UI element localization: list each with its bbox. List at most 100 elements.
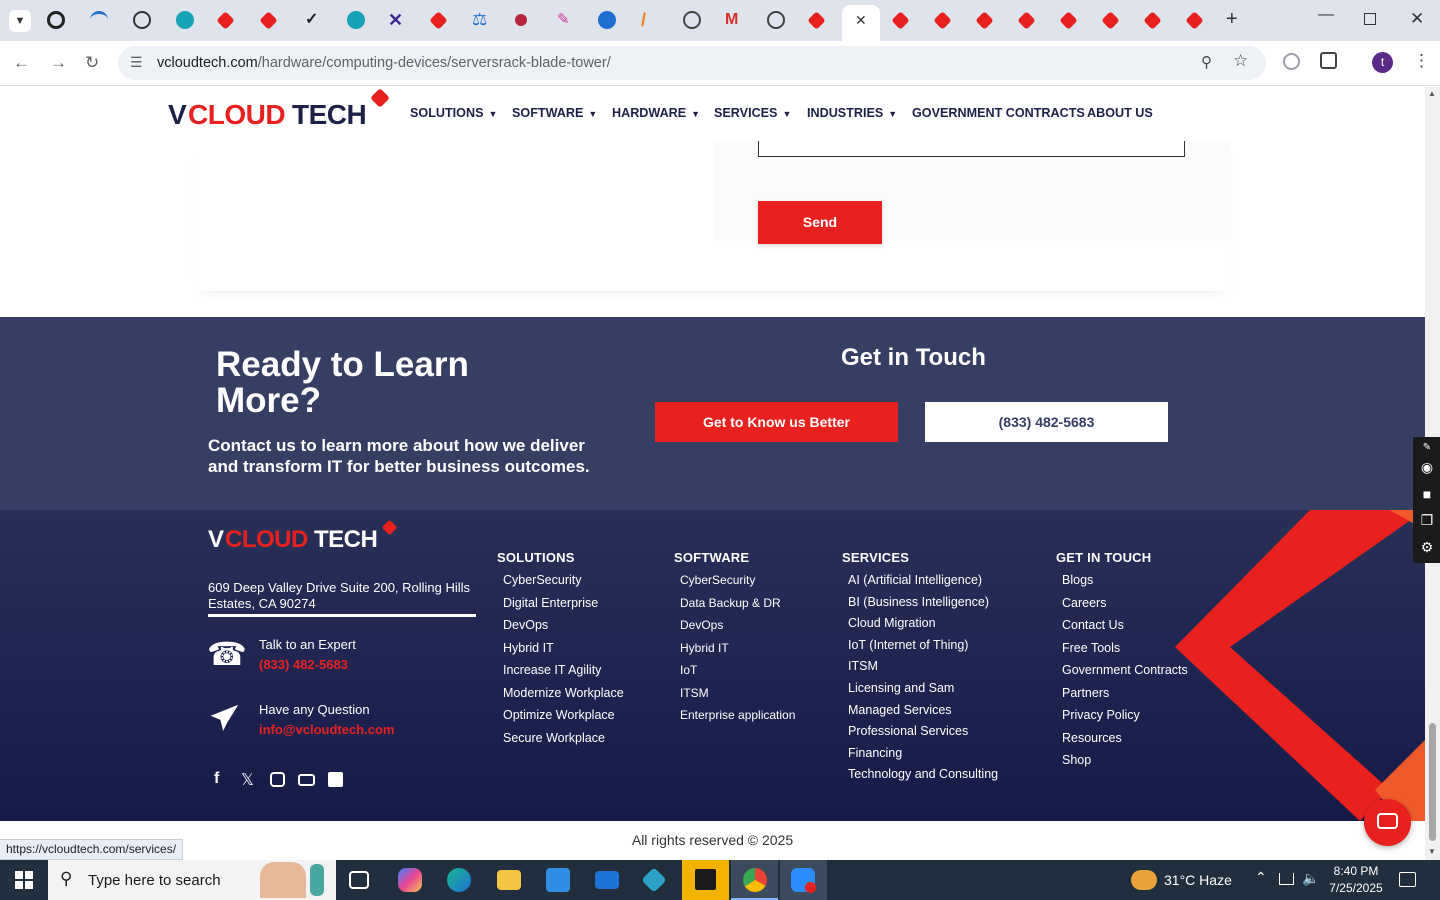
footer-link[interactable]: DevOps bbox=[503, 618, 548, 632]
footer-link[interactable]: Cloud Migration bbox=[848, 616, 936, 630]
address-bar[interactable]: ☰ vcloudtech.com/hardware/computing-devi… bbox=[118, 46, 1266, 80]
new-tab-icon[interactable]: + bbox=[1226, 8, 1238, 31]
scrollbar-thumb[interactable] bbox=[1429, 723, 1436, 841]
tab-favicon-teal-icon[interactable] bbox=[347, 11, 365, 29]
x-twitter-icon[interactable]: 𝕏 bbox=[241, 770, 254, 790]
tab-favicon-gmail-icon[interactable]: M bbox=[725, 11, 743, 29]
linkedin-icon[interactable] bbox=[328, 772, 343, 787]
footer-link[interactable]: Financing bbox=[848, 746, 902, 760]
url-text[interactable]: vcloudtech.com/hardware/computing-device… bbox=[157, 55, 611, 71]
tab-favicon-tag-icon[interactable] bbox=[216, 11, 235, 30]
notification-center-icon[interactable] bbox=[1399, 872, 1416, 887]
footer-link[interactable]: Hybrid IT bbox=[680, 641, 729, 655]
scroll-up-icon[interactable]: ▲ bbox=[1428, 89, 1436, 98]
tab-favicon-tag-icon[interactable] bbox=[1101, 11, 1120, 30]
scroll-down-icon[interactable]: ▼ bbox=[1428, 847, 1436, 856]
footer-link[interactable]: Managed Services bbox=[848, 703, 952, 717]
footer-link[interactable]: Contact Us bbox=[1062, 618, 1124, 632]
network-icon[interactable] bbox=[1279, 873, 1294, 885]
chat-widget-button[interactable] bbox=[1364, 799, 1411, 846]
nav-solutions[interactable]: SOLUTIONS ▼ bbox=[410, 106, 497, 120]
tab-favicon-globe-icon[interactable] bbox=[683, 11, 701, 29]
footer-link[interactable]: Modernize Workplace bbox=[503, 686, 624, 700]
zoom-icon[interactable]: ⚲ bbox=[1201, 53, 1212, 71]
tab-search-icon[interactable]: ▼ bbox=[9, 10, 31, 32]
message-textarea[interactable] bbox=[758, 141, 1185, 157]
tab-favicon-slash-icon[interactable]: / bbox=[641, 11, 659, 29]
footer-link[interactable]: CyberSecurity bbox=[503, 573, 582, 587]
bookmark-star-icon[interactable]: ☆ bbox=[1233, 51, 1248, 71]
footer-link[interactable]: Secure Workplace bbox=[503, 731, 605, 745]
tab-favicon-tag-icon[interactable] bbox=[1185, 11, 1204, 30]
tab-favicon-tag-icon[interactable] bbox=[807, 11, 826, 30]
tab-favicon-arc-icon[interactable] bbox=[90, 11, 108, 29]
show-hidden-icons-icon[interactable]: ⌃ bbox=[1255, 869, 1267, 886]
footer-link[interactable]: Shop bbox=[1062, 753, 1091, 767]
footer-link[interactable]: Enterprise application bbox=[680, 708, 795, 722]
minimize-icon[interactable]: — bbox=[1318, 6, 1334, 24]
phone-button[interactable]: (833) 482-5683 bbox=[925, 402, 1168, 442]
edge-icon[interactable] bbox=[447, 868, 471, 892]
instagram-icon[interactable] bbox=[270, 772, 285, 787]
close-window-icon[interactable]: ✕ bbox=[1410, 9, 1424, 29]
gear-icon[interactable]: ⚙ bbox=[1419, 539, 1435, 555]
tab-favicon-sparkle-icon[interactable] bbox=[515, 14, 527, 26]
tab-favicon-pen-icon[interactable]: ✎ bbox=[557, 11, 575, 29]
tab-favicon-scale-icon[interactable]: ⚖ bbox=[472, 11, 490, 29]
footer-link[interactable]: CyberSecurity bbox=[680, 573, 755, 587]
send-button[interactable]: Send bbox=[758, 201, 882, 244]
tab-favicon-tag-icon[interactable] bbox=[429, 11, 448, 30]
task-view-icon[interactable] bbox=[349, 871, 369, 889]
tab-favicon-tag-icon[interactable] bbox=[1017, 11, 1036, 30]
footer-link[interactable]: ITSM bbox=[848, 659, 878, 673]
footer-link[interactable]: Hybrid IT bbox=[503, 641, 554, 655]
youtube-icon[interactable] bbox=[298, 774, 315, 786]
footer-link[interactable]: ITSM bbox=[680, 686, 709, 700]
nav-hardware[interactable]: HARDWARE ▼ bbox=[612, 106, 700, 120]
footer-link[interactable]: BI (Business Intelligence) bbox=[848, 595, 989, 609]
volume-icon[interactable]: 🔈 bbox=[1302, 870, 1319, 887]
nav-industries[interactable]: INDUSTRIES ▼ bbox=[807, 106, 897, 120]
site-info-icon[interactable]: ☰ bbox=[130, 54, 143, 71]
back-icon[interactable]: ← bbox=[13, 53, 30, 73]
tab-favicon-tag-icon[interactable] bbox=[1059, 11, 1078, 30]
footer-link[interactable]: Data Backup & DR bbox=[680, 596, 781, 610]
tab-favicon-teal-icon[interactable] bbox=[176, 11, 194, 29]
nav-services[interactable]: SERVICES ▼ bbox=[714, 106, 791, 120]
footer-link[interactable]: Increase IT Agility bbox=[503, 663, 601, 677]
footer-logo[interactable]: V CLOUD TECH bbox=[208, 519, 398, 556]
translate-icon[interactable] bbox=[1283, 53, 1300, 70]
pen-tool-icon[interactable]: ✎ bbox=[1419, 440, 1435, 456]
close-tab-icon[interactable]: ✕ bbox=[855, 12, 867, 29]
get-to-know-us-button[interactable]: Get to Know us Better bbox=[655, 402, 898, 442]
weather-text[interactable]: 31°C Haze bbox=[1164, 872, 1232, 888]
tab-favicon-globe-icon[interactable] bbox=[767, 11, 785, 29]
mail-icon[interactable] bbox=[595, 871, 619, 889]
extensions-icon[interactable] bbox=[1320, 52, 1337, 69]
tab-favicon-openai-icon[interactable] bbox=[133, 11, 151, 29]
reload-icon[interactable]: ↻ bbox=[85, 53, 99, 73]
facebook-icon[interactable]: f bbox=[214, 770, 219, 788]
tab-favicon-github-icon[interactable] bbox=[47, 11, 65, 29]
start-button[interactable] bbox=[0, 860, 48, 900]
footer-link[interactable]: Digital Enterprise bbox=[503, 596, 598, 610]
tab-favicon-pulse-icon[interactable] bbox=[598, 11, 616, 29]
tab-favicon-check-icon[interactable]: ✓ bbox=[305, 11, 323, 29]
footer-email-link[interactable]: info@vcloudtech.com bbox=[259, 722, 394, 737]
sticky-notes-taskbar-item[interactable] bbox=[682, 860, 729, 900]
video-icon[interactable]: ■ bbox=[1419, 486, 1435, 502]
footer-link[interactable]: Partners bbox=[1062, 686, 1109, 700]
tab-favicon-tag-icon[interactable] bbox=[975, 11, 994, 30]
zoom-taskbar-item[interactable] bbox=[780, 860, 827, 900]
tab-favicon-x-icon[interactable]: ✕ bbox=[388, 11, 406, 29]
profile-avatar[interactable]: t bbox=[1372, 52, 1393, 73]
copilot-icon[interactable] bbox=[398, 868, 422, 892]
camera-icon[interactable]: ◉ bbox=[1419, 459, 1435, 475]
app-diamond-icon[interactable] bbox=[641, 867, 667, 893]
footer-link[interactable]: Government Contracts bbox=[1062, 663, 1188, 677]
taskbar-search-box[interactable]: ⚲ Type here to search bbox=[48, 860, 336, 900]
nav-software[interactable]: SOFTWARE ▼ bbox=[512, 106, 597, 120]
active-tab[interactable]: ✕ bbox=[842, 5, 880, 41]
footer-link[interactable]: IoT bbox=[680, 663, 697, 677]
weather-icon[interactable] bbox=[1131, 870, 1157, 890]
